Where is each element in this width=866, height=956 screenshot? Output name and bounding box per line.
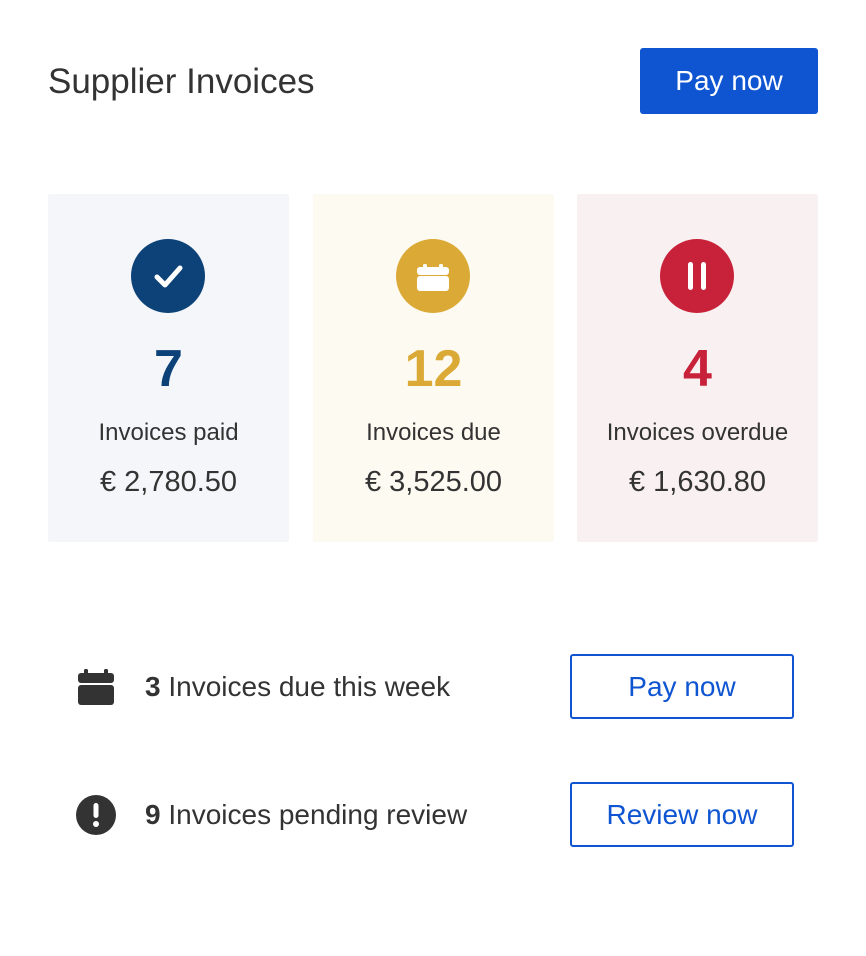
pay-now-week-button[interactable]: Pay now (570, 654, 794, 719)
due-this-week-label: Invoices due this week (168, 671, 451, 702)
card-invoices-due: 12 Invoices due € 3,525.00 (313, 194, 554, 542)
pay-now-button[interactable]: Pay now (640, 48, 818, 114)
paid-amount: € 2,780.50 (99, 466, 238, 498)
header-title: Supplier Invoices (48, 62, 315, 101)
due-label: Invoices due (366, 419, 501, 446)
calendar-icon (76, 667, 116, 707)
paid-label: Invoices paid (98, 419, 239, 446)
overdue-amount: € 1,630.80 (628, 466, 767, 498)
pending-review-label: Invoices pending review (168, 799, 468, 830)
due-this-week-row: 3 Invoices due this week Pay now (76, 654, 796, 720)
overdue-label: Invoices overdue (606, 419, 789, 446)
card-invoices-overdue: 4 Invoices overdue € 1,630.80 (577, 194, 818, 542)
paid-count: 7 (154, 340, 183, 398)
pending-review-text: 9 Invoices pending review (145, 798, 467, 832)
due-this-week-text: 3 Invoices due this week (145, 670, 450, 704)
pending-review-row: 9 Invoices pending review Review now (76, 782, 796, 848)
review-now-button[interactable]: Review now (570, 782, 794, 847)
overdue-count: 4 (683, 340, 712, 398)
exclamation-icon (76, 795, 116, 835)
checkmark-icon (131, 239, 205, 313)
pause-icon (660, 239, 734, 313)
pending-review-count: 9 (145, 799, 161, 830)
calendar-icon (396, 239, 470, 313)
due-count: 12 (404, 340, 463, 398)
due-this-week-count: 3 (145, 671, 161, 702)
card-invoices-paid: 7 Invoices paid € 2,780.50 (48, 194, 289, 542)
due-amount: € 3,525.00 (364, 466, 503, 498)
